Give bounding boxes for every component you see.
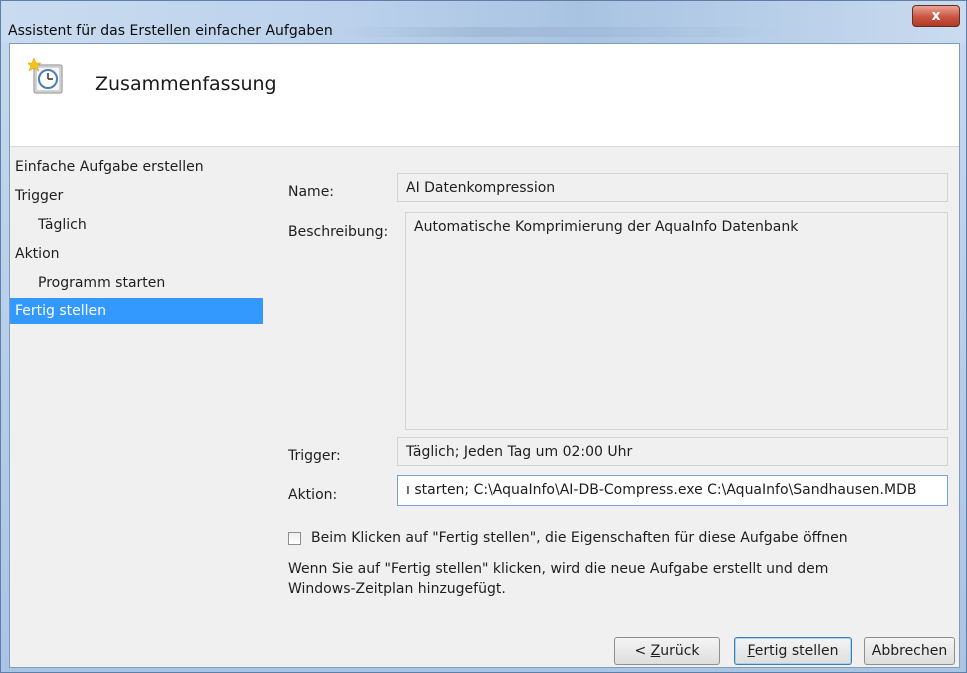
step-finish[interactable]: Fertig stellen: [10, 298, 263, 324]
finish-button[interactable]: Fertig stellen: [734, 637, 852, 665]
finish-info-text: Wenn Sie auf "Fertig stellen" klicken, w…: [288, 559, 828, 599]
open-properties-checkbox[interactable]: [288, 531, 301, 545]
name-label: Name:: [288, 184, 335, 200]
clock-icon: [28, 58, 63, 94]
wizard-client-area: Zusammenfassung Einfache Aufgabe erstell…: [9, 43, 960, 668]
back-button[interactable]: < Zurück: [614, 637, 720, 665]
window-title: Assistent für das Erstellen einfacher Au…: [8, 23, 333, 39]
page-title: Zusammenfassung: [95, 73, 277, 95]
close-icon: x: [931, 8, 941, 24]
finish-button-mnemonic: F: [747, 643, 755, 659]
trigger-field[interactable]: Täglich; Jeden Tag um 02:00 Uhr: [397, 437, 948, 466]
cancel-button[interactable]: Abbrechen: [864, 637, 955, 665]
step-trigger[interactable]: Trigger: [10, 182, 263, 211]
blurred-title-text: [341, 27, 781, 37]
wizard-step-list: Einfache Aufgabe erstellen Trigger Tägli…: [10, 153, 263, 324]
back-button-prefix: <: [634, 643, 651, 659]
wizard-window: Assistent für das Erstellen einfacher Au…: [0, 0, 967, 673]
finish-info-line-2: Windows-Zeitplan hinzugefügt.: [288, 581, 506, 597]
action-label: Aktion:: [288, 487, 338, 503]
step-action[interactable]: Aktion: [10, 240, 263, 269]
action-field[interactable]: ı starten; C:\AquaInfo\AI-DB-Compress.ex…: [397, 475, 948, 506]
finish-info-line-1: Wenn Sie auf "Fertig stellen" klicken, w…: [288, 561, 829, 577]
step-daily[interactable]: Täglich: [10, 211, 263, 240]
description-label: Beschreibung:: [288, 224, 389, 240]
close-button[interactable]: x: [912, 5, 960, 27]
step-start-program[interactable]: Programm starten: [10, 269, 263, 298]
open-properties-option[interactable]: Beim Klicken auf "Fertig stellen", die E…: [288, 528, 848, 548]
name-field[interactable]: AI Datenkompression: [397, 173, 948, 202]
open-properties-label[interactable]: Beim Klicken auf "Fertig stellen", die E…: [311, 530, 848, 546]
finish-button-label: ertig stellen: [754, 643, 839, 659]
title-bar: Assistent für das Erstellen einfacher Au…: [1, 1, 966, 43]
back-button-label: urück: [660, 643, 700, 659]
trigger-label: Trigger:: [288, 448, 341, 464]
description-field[interactable]: Automatische Komprimierung der AquaInfo …: [405, 212, 948, 430]
step-create-basic-task[interactable]: Einfache Aufgabe erstellen: [10, 153, 263, 182]
back-button-mnemonic: Z: [650, 643, 661, 659]
wizard-body: Einfache Aufgabe erstellen Trigger Tägli…: [10, 147, 959, 667]
wizard-header: Zusammenfassung: [10, 44, 959, 147]
